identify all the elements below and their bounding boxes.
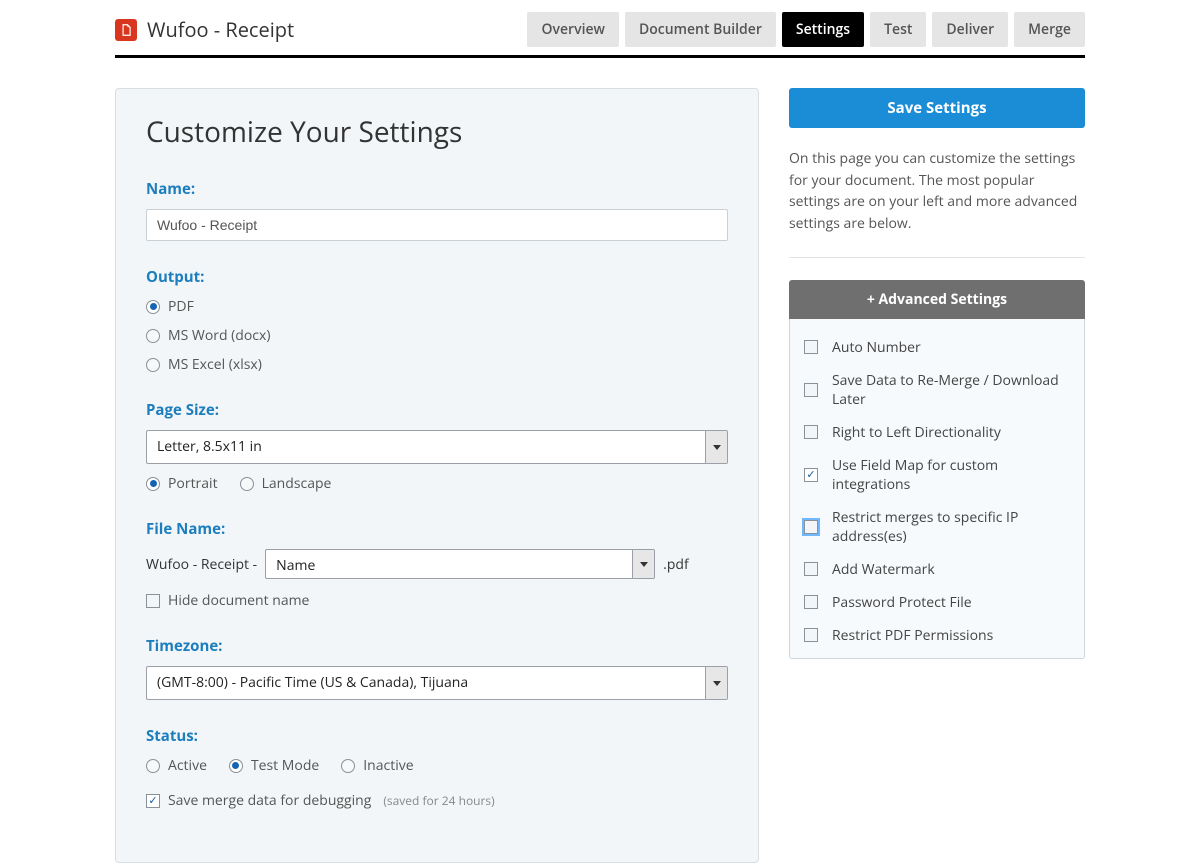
output-label: Output: bbox=[146, 267, 728, 287]
section-pagesize: Page Size: Letter, 8.5x11 in Portrait Lan… bbox=[146, 400, 728, 493]
adv-checkbox[interactable] bbox=[804, 425, 818, 439]
section-output: Output: PDF MS Word (docx) MS Excel (xlsx) bbox=[146, 267, 728, 374]
adv-item[interactable]: Restrict merges to specific IP address(e… bbox=[804, 501, 1070, 553]
output-option[interactable]: MS Word (docx) bbox=[146, 326, 728, 345]
adv-item[interactable]: Add Watermark bbox=[804, 553, 1070, 586]
advanced-toggle[interactable]: + Advanced Settings bbox=[789, 280, 1085, 319]
output-option-label: PDF bbox=[168, 297, 194, 316]
adv-item[interactable]: Auto Number bbox=[804, 331, 1070, 364]
top-bar: Wufoo - Receipt OverviewDocument Builder… bbox=[115, 0, 1085, 58]
hide-docname-label: Hide document name bbox=[168, 591, 309, 610]
tab-settings[interactable]: Settings bbox=[782, 12, 864, 47]
filename-token-select[interactable]: Name bbox=[265, 549, 655, 579]
tab-deliver[interactable]: Deliver bbox=[932, 12, 1008, 47]
tab-document-builder[interactable]: Document Builder bbox=[625, 12, 776, 47]
status-option-label: Test Mode bbox=[251, 756, 319, 775]
section-filename: File Name: Wufoo - Receipt - Name .pdf H… bbox=[146, 519, 728, 610]
adv-checkbox[interactable] bbox=[804, 628, 818, 642]
filename-token: Name bbox=[266, 550, 632, 578]
adv-item[interactable]: Restrict PDF Permissions bbox=[804, 619, 1070, 652]
timezone-select[interactable]: (GMT-8:00) - Pacific Time (US & Canada),… bbox=[146, 666, 728, 700]
page-title: Customize Your Settings bbox=[146, 113, 728, 151]
adv-item[interactable]: Use Field Map for custom integrations bbox=[804, 449, 1070, 501]
tab-overview[interactable]: Overview bbox=[527, 12, 618, 47]
debug-checkbox[interactable] bbox=[146, 794, 160, 808]
radio-icon[interactable] bbox=[146, 759, 160, 773]
filename-prefix: Wufoo - Receipt - bbox=[146, 555, 257, 574]
side-panel: Save Settings On this page you can custo… bbox=[789, 88, 1085, 659]
status-label: Status: bbox=[146, 726, 728, 746]
status-option-label: Inactive bbox=[363, 756, 413, 775]
main-tabs: OverviewDocument BuilderSettingsTestDeli… bbox=[527, 12, 1085, 47]
section-name: Name: bbox=[146, 179, 728, 241]
tab-merge[interactable]: Merge bbox=[1014, 12, 1085, 47]
radio-icon[interactable] bbox=[146, 358, 160, 372]
radio-icon[interactable] bbox=[146, 329, 160, 343]
adv-checkbox[interactable] bbox=[804, 562, 818, 576]
status-option[interactable]: Test Mode bbox=[229, 756, 319, 775]
status-option[interactable]: Active bbox=[146, 756, 207, 775]
radio-icon[interactable] bbox=[146, 300, 160, 314]
output-option-label: MS Word (docx) bbox=[168, 326, 270, 345]
adv-checkbox[interactable] bbox=[804, 468, 818, 482]
name-label: Name: bbox=[146, 179, 728, 199]
adv-item-label: Restrict PDF Permissions bbox=[832, 626, 993, 645]
adv-item-label: Restrict merges to specific IP address(e… bbox=[832, 508, 1070, 546]
adv-checkbox[interactable] bbox=[804, 520, 818, 534]
chevron-down-icon bbox=[632, 550, 654, 578]
adv-item-label: Use Field Map for custom integrations bbox=[832, 456, 1070, 494]
side-description: On this page you can customize the setti… bbox=[789, 148, 1085, 258]
advanced-box: Auto Number Save Data to Re-Merge / Downl… bbox=[789, 319, 1085, 659]
adv-item-label: Save Data to Re-Merge / Download Later bbox=[832, 371, 1070, 409]
adv-item-label: Right to Left Directionality bbox=[832, 423, 1001, 442]
orientation-option[interactable]: Portrait bbox=[146, 474, 218, 493]
debug-label: Save merge data for debugging bbox=[168, 791, 371, 810]
adv-checkbox[interactable] bbox=[804, 383, 818, 397]
hide-docname-checkbox[interactable] bbox=[146, 594, 160, 608]
chevron-down-icon bbox=[705, 431, 727, 463]
orientation-label: Landscape bbox=[262, 474, 332, 493]
adv-item-label: Password Protect File bbox=[832, 593, 972, 612]
name-input[interactable] bbox=[146, 209, 728, 241]
pagesize-label: Page Size: bbox=[146, 400, 728, 420]
chevron-down-icon bbox=[705, 667, 727, 699]
settings-panel: Customize Your Settings Name: Output: PD… bbox=[115, 88, 759, 863]
adv-checkbox[interactable] bbox=[804, 340, 818, 354]
filename-ext: .pdf bbox=[663, 555, 689, 574]
adv-item[interactable]: Password Protect File bbox=[804, 586, 1070, 619]
adv-item[interactable]: Right to Left Directionality bbox=[804, 416, 1070, 449]
status-option[interactable]: Inactive bbox=[341, 756, 413, 775]
brand-title: Wufoo - Receipt bbox=[147, 16, 294, 43]
pdf-icon bbox=[115, 19, 137, 41]
status-option-label: Active bbox=[168, 756, 207, 775]
debug-hint: (saved for 24 hours) bbox=[383, 792, 494, 809]
timezone-value: (GMT-8:00) - Pacific Time (US & Canada),… bbox=[147, 667, 705, 699]
output-option[interactable]: MS Excel (xlsx) bbox=[146, 355, 728, 374]
debug-row[interactable]: Save merge data for debugging (saved for… bbox=[146, 791, 728, 810]
hide-docname-row[interactable]: Hide document name bbox=[146, 591, 728, 610]
filename-label: File Name: bbox=[146, 519, 728, 539]
section-status: Status: Active Test Mode Inactive Save mer… bbox=[146, 726, 728, 810]
orientation-option[interactable]: Landscape bbox=[240, 474, 332, 493]
save-settings-button[interactable]: Save Settings bbox=[789, 88, 1085, 128]
tab-test[interactable]: Test bbox=[870, 12, 926, 47]
output-option-label: MS Excel (xlsx) bbox=[168, 355, 262, 374]
radio-icon[interactable] bbox=[240, 477, 254, 491]
adv-item[interactable]: Save Data to Re-Merge / Download Later bbox=[804, 364, 1070, 416]
output-option[interactable]: PDF bbox=[146, 297, 728, 316]
orientation-label: Portrait bbox=[168, 474, 218, 493]
radio-icon[interactable] bbox=[146, 477, 160, 491]
brand: Wufoo - Receipt bbox=[115, 16, 294, 43]
timezone-label: Timezone: bbox=[146, 636, 728, 656]
pagesize-value: Letter, 8.5x11 in bbox=[147, 431, 705, 463]
adv-item-label: Auto Number bbox=[832, 338, 921, 357]
adv-item-label: Add Watermark bbox=[832, 560, 935, 579]
pagesize-select[interactable]: Letter, 8.5x11 in bbox=[146, 430, 728, 464]
radio-icon[interactable] bbox=[229, 759, 243, 773]
radio-icon[interactable] bbox=[341, 759, 355, 773]
adv-checkbox[interactable] bbox=[804, 595, 818, 609]
section-timezone: Timezone: (GMT-8:00) - Pacific Time (US … bbox=[146, 636, 728, 700]
